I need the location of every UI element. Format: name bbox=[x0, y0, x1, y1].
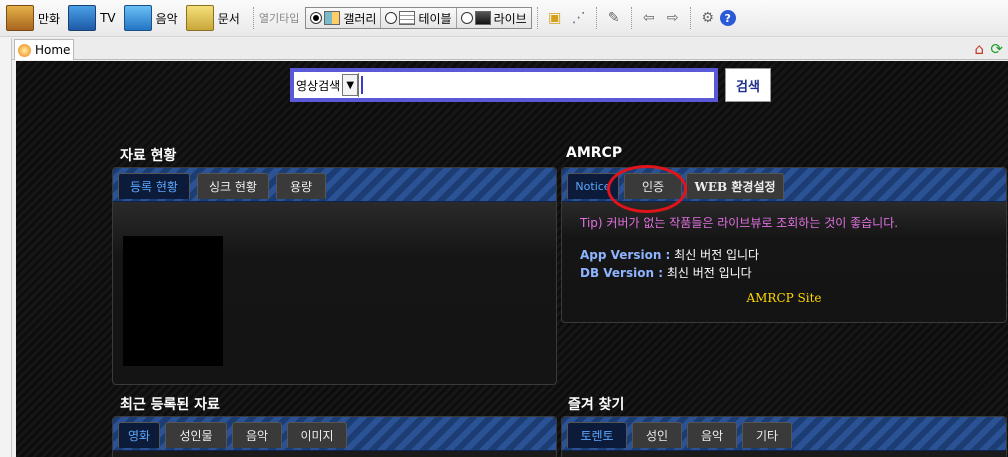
tab-home[interactable]: Home bbox=[14, 39, 74, 60]
toolbar-separator bbox=[595, 7, 597, 29]
amrcp-body: Tip) 커버가 없는 작품들은 라이브뷰로 조회하는 것이 좋습니다. App… bbox=[562, 202, 1006, 322]
data-status-panel: 등록 현황 싱크 현황 용량 bbox=[112, 167, 557, 385]
view-mode-group: 갤러리 테이블 라이브 bbox=[305, 7, 532, 29]
recent-tabs: 영화 성인물 음악 이미지 bbox=[113, 417, 556, 451]
view-live-option[interactable]: 라이브 bbox=[457, 8, 531, 28]
radio-selected-icon bbox=[310, 12, 323, 24]
browser-tab-bar: Home ⌂ ⟳ bbox=[12, 38, 1008, 60]
status-thumbnail bbox=[123, 236, 223, 366]
forward-arrow-icon[interactable]: ⇨ bbox=[664, 9, 682, 27]
db-version-label: DB Version : bbox=[580, 266, 663, 280]
toolbar-separator bbox=[536, 7, 538, 29]
tab-torrent[interactable]: 토렌토 bbox=[567, 422, 627, 448]
amrcp-site-link[interactable]: AMRCP Site bbox=[562, 291, 1006, 305]
manga-icon bbox=[6, 5, 34, 31]
view-table-label: 테이블 bbox=[418, 11, 452, 26]
highlight-circle bbox=[607, 165, 687, 213]
film-icon bbox=[474, 11, 491, 25]
tab-etc[interactable]: 기타 bbox=[742, 422, 792, 448]
view-table-option[interactable]: 테이블 bbox=[381, 8, 457, 28]
left-panel-strip bbox=[0, 38, 12, 457]
help-icon[interactable]: ? bbox=[719, 10, 736, 26]
select-icon[interactable]: ⋰ bbox=[570, 9, 588, 27]
manga-label: 만화 bbox=[38, 11, 61, 26]
tab-adult-fav[interactable]: 성인 bbox=[632, 422, 682, 448]
home-tab-icon bbox=[18, 43, 31, 57]
main-content: 영상검색 ▼ 검색 자료 현황 등록 현황 싱크 현황 용량 AMRCP Not… bbox=[16, 61, 1008, 457]
tab-registration-status[interactable]: 등록 현황 bbox=[118, 173, 190, 199]
chevron-down-icon[interactable]: ▼ bbox=[342, 74, 359, 96]
new-folder-icon[interactable]: ▣ bbox=[546, 9, 564, 27]
manga-button[interactable]: 만화 bbox=[6, 3, 60, 33]
db-version-value: 최신 버전 입니다 bbox=[663, 266, 752, 280]
toolbar-separator bbox=[689, 7, 691, 29]
search-input[interactable] bbox=[363, 73, 714, 97]
toolbar: 만화 TV 음악 문서 열기타입 갤러리 테이블 라이브 ▣ ⋰ ✎ ⇦ ⇨ ⚙… bbox=[0, 0, 1008, 37]
tv-button[interactable]: TV bbox=[68, 3, 116, 33]
tab-adult[interactable]: 성인물 bbox=[165, 422, 227, 448]
data-status-tabs: 등록 현황 싱크 현황 용량 bbox=[113, 168, 556, 202]
docs-label: 문서 bbox=[217, 11, 240, 26]
view-gallery-option[interactable]: 갤러리 bbox=[306, 8, 382, 28]
tip-text: Tip) 커버가 없는 작품들은 라이브뷰로 조회하는 것이 좋습니다. bbox=[580, 216, 899, 230]
gear-icon[interactable]: ⚙ bbox=[699, 9, 717, 27]
radio-icon bbox=[385, 12, 398, 24]
toolbar-separator bbox=[630, 7, 632, 29]
tab-capacity[interactable]: 용량 bbox=[276, 173, 326, 199]
toolbar-separator bbox=[252, 7, 254, 29]
tab-home-label: Home bbox=[35, 43, 71, 57]
tab-music-fav[interactable]: 음악 bbox=[687, 422, 737, 448]
recent-title: 최근 등록된 자료 bbox=[120, 397, 220, 413]
view-gallery-label: 갤러리 bbox=[343, 11, 377, 26]
back-arrow-icon[interactable]: ⇦ bbox=[640, 9, 658, 27]
music-icon bbox=[123, 5, 152, 31]
gallery-icon bbox=[324, 11, 341, 25]
recent-panel: 영화 성인물 음악 이미지 bbox=[112, 416, 557, 457]
search-button[interactable]: 검색 bbox=[725, 68, 771, 102]
app-version-value: 최신 버전 입니다 bbox=[670, 248, 760, 262]
docs-button[interactable]: 문서 bbox=[185, 3, 240, 33]
db-version: DB Version : 최신 버전 입니다 bbox=[580, 264, 752, 281]
view-live-label: 라이브 bbox=[493, 11, 527, 26]
radio-icon bbox=[460, 12, 473, 24]
search-type-select[interactable]: 영상검색 ▼ bbox=[294, 73, 360, 97]
favorites-tabs: 토렌토 성인 음악 기타 bbox=[562, 417, 1006, 451]
tv-label: TV bbox=[100, 11, 116, 25]
music-label: 음악 bbox=[155, 11, 178, 26]
music-button[interactable]: 음악 bbox=[123, 3, 178, 33]
tab-images[interactable]: 이미지 bbox=[287, 422, 347, 448]
app-version: App Version : 최신 버전 입니다 bbox=[580, 246, 759, 263]
search-box: 영상검색 ▼ bbox=[290, 68, 718, 102]
amrcp-title: AMRCP bbox=[566, 145, 623, 161]
data-status-body bbox=[113, 202, 556, 384]
search-type-value: 영상검색 bbox=[296, 78, 341, 93]
edit-pencil-icon[interactable]: ✎ bbox=[605, 9, 623, 27]
tab-movie[interactable]: 영화 bbox=[118, 422, 160, 448]
tv-icon bbox=[68, 5, 97, 31]
app-version-label: App Version : bbox=[580, 248, 671, 262]
folder-icon bbox=[185, 5, 214, 31]
open-type-label: 열기타입 bbox=[258, 12, 300, 25]
home-icon[interactable]: ⌂ bbox=[974, 40, 984, 58]
favorites-panel: 토렌토 성인 음악 기타 bbox=[561, 416, 1007, 457]
tab-music[interactable]: 음악 bbox=[232, 422, 282, 448]
tab-web-settings[interactable]: WEB 환경설정 bbox=[686, 173, 784, 199]
table-icon bbox=[399, 11, 416, 25]
data-status-title: 자료 현황 bbox=[120, 148, 177, 164]
tab-sync-status[interactable]: 싱크 현황 bbox=[197, 173, 269, 199]
favorites-title: 즐겨 찾기 bbox=[568, 397, 625, 413]
refresh-icon[interactable]: ⟳ bbox=[990, 40, 1003, 58]
